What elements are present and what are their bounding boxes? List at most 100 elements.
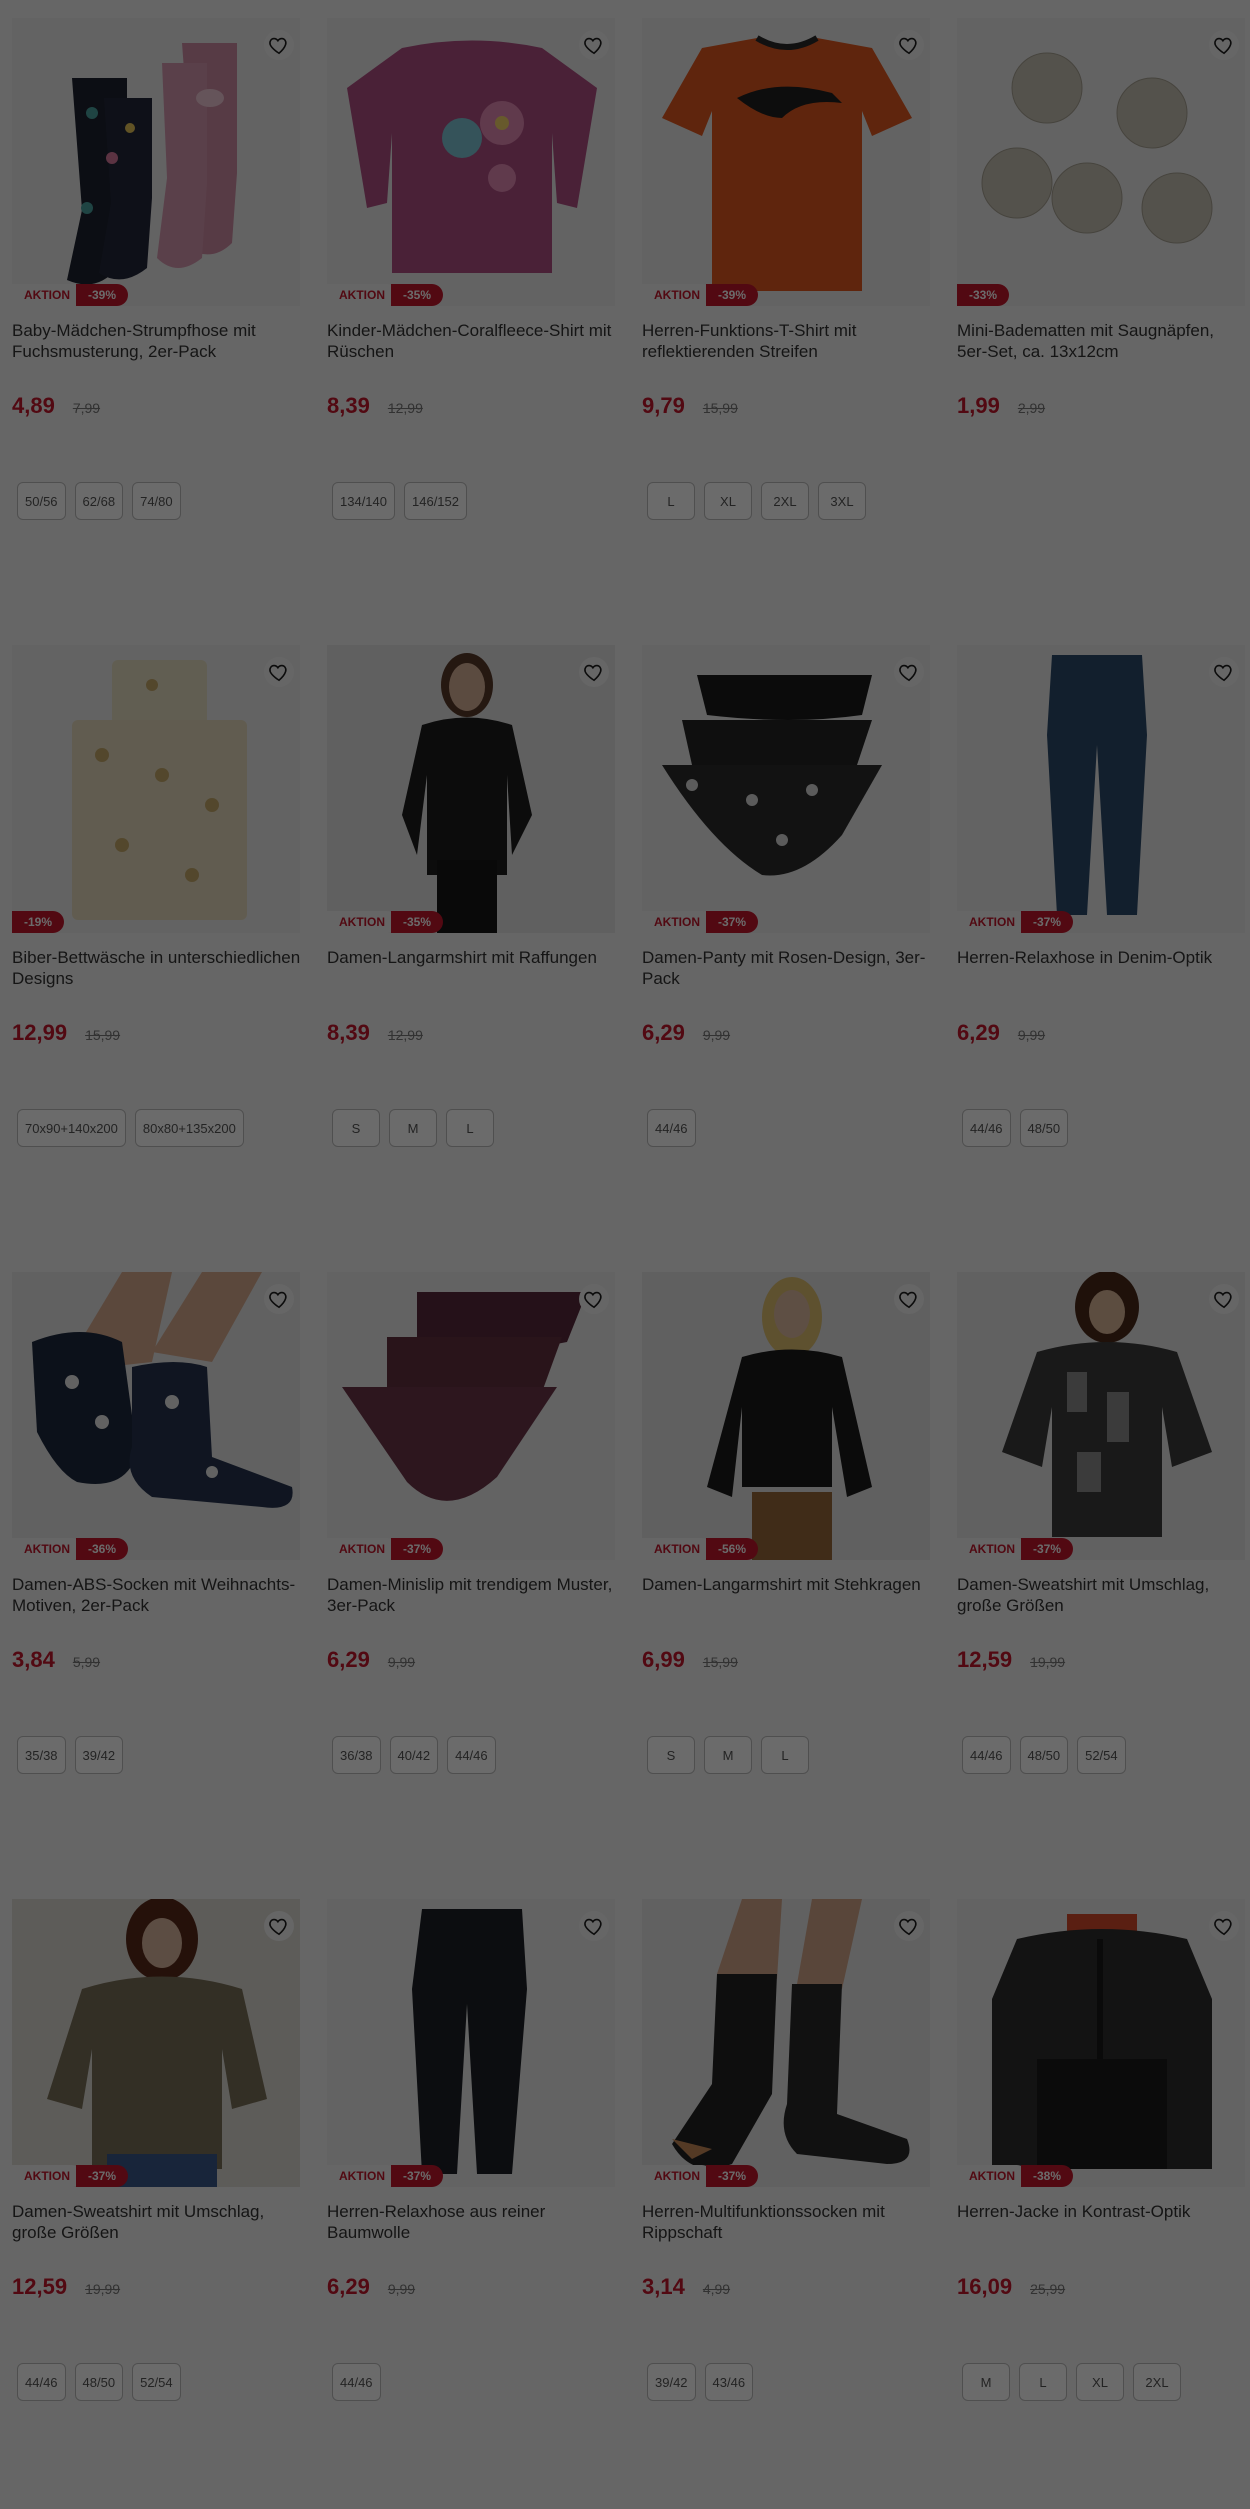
product-title[interactable]: Damen-Sweatshirt mit Umschlag, große Grö… [957, 1574, 1247, 1616]
product-card[interactable]: AKTION -35% Damen-Langarmshirt mit Raffun… [315, 627, 615, 1227]
wishlist-heart-icon[interactable] [579, 1911, 609, 1941]
product-card[interactable]: -19% Biber-Bettwäsche in unterschiedlich… [0, 627, 300, 1227]
product-image[interactable]: AKTION -37% [327, 1899, 615, 2187]
product-card[interactable]: -33% Mini-Badematten mit Saugnäpfen, 5er… [945, 0, 1245, 600]
product-image[interactable]: -19% [12, 645, 300, 933]
size-option[interactable]: 44/46 [962, 1109, 1011, 1147]
size-option[interactable]: 70x90+140x200 [17, 1109, 126, 1147]
size-option[interactable]: 48/50 [1019, 1109, 1069, 1147]
product-title[interactable]: Herren-Relaxhose aus reiner Baumwolle [327, 2201, 617, 2243]
product-card[interactable]: AKTION -37% Damen-Minislip mit trendigem … [315, 1254, 615, 1854]
size-option[interactable]: L [647, 482, 695, 520]
product-image[interactable]: AKTION -37% [642, 1899, 930, 2187]
wishlist-heart-icon[interactable] [1209, 1284, 1239, 1314]
product-card[interactable]: AKTION -37% Herren-Relaxhose aus reiner B… [315, 1881, 615, 2481]
product-image[interactable]: -33% [957, 18, 1245, 306]
size-option[interactable]: 35/38 [17, 1736, 66, 1774]
size-option[interactable]: XL [704, 482, 752, 520]
wishlist-heart-icon[interactable] [894, 30, 924, 60]
size-option[interactable]: L [1019, 2363, 1067, 2401]
size-option[interactable]: 2XL [761, 482, 809, 520]
product-title[interactable]: Damen-Langarmshirt mit Stehkragen [642, 1574, 932, 1595]
product-card[interactable]: AKTION -37% Damen-Panty mit Rosen-Design,… [630, 627, 930, 1227]
size-option[interactable]: 39/42 [74, 1736, 124, 1774]
product-image[interactable]: AKTION -56% [642, 1272, 930, 1560]
size-option[interactable]: 43/46 [704, 2363, 754, 2401]
wishlist-heart-icon[interactable] [1209, 1911, 1239, 1941]
product-title[interactable]: Mini-Badematten mit Saugnäpfen, 5er-Set,… [957, 320, 1247, 362]
product-image[interactable]: AKTION -37% [12, 1899, 300, 2187]
size-option[interactable]: 2XL [1133, 2363, 1181, 2401]
size-option[interactable]: 48/50 [1019, 1736, 1069, 1774]
product-title[interactable]: Damen-Minislip mit trendigem Muster, 3er… [327, 1574, 617, 1616]
size-option[interactable]: 44/46 [447, 1736, 496, 1774]
product-image[interactable]: AKTION -38% [957, 1899, 1245, 2187]
product-title[interactable]: Biber-Bettwäsche in unterschiedlichen De… [12, 947, 302, 989]
product-card[interactable]: AKTION -38% Herren-Jacke in Kontrast-Opti… [945, 1881, 1245, 2481]
size-option[interactable]: 74/80 [132, 482, 181, 520]
product-title[interactable]: Herren-Jacke in Kontrast-Optik [957, 2201, 1247, 2222]
wishlist-heart-icon[interactable] [894, 657, 924, 687]
wishlist-heart-icon[interactable] [579, 657, 609, 687]
wishlist-heart-icon[interactable] [264, 657, 294, 687]
product-image[interactable]: AKTION -37% [957, 1272, 1245, 1560]
product-card[interactable]: AKTION -37% Damen-Sweatshirt mit Umschlag… [0, 1881, 300, 2481]
size-option[interactable]: 44/46 [647, 1109, 696, 1147]
product-title[interactable]: Damen-Sweatshirt mit Umschlag, große Grö… [12, 2201, 302, 2243]
size-option[interactable]: 39/42 [647, 2363, 696, 2401]
size-option[interactable]: 134/140 [332, 482, 395, 520]
product-image[interactable]: AKTION -37% [957, 645, 1245, 933]
product-card[interactable]: AKTION -39% Herren-Funktions-T-Shirt mit … [630, 0, 930, 600]
size-option[interactable]: 80x80+135x200 [134, 1109, 244, 1147]
size-option[interactable]: 52/54 [1077, 1736, 1126, 1774]
product-image[interactable]: AKTION -35% [327, 645, 615, 933]
size-option[interactable]: 52/54 [132, 2363, 181, 2401]
wishlist-heart-icon[interactable] [264, 1284, 294, 1314]
product-title[interactable]: Herren-Relaxhose in Denim-Optik [957, 947, 1247, 968]
size-option[interactable]: 3XL [818, 482, 866, 520]
wishlist-heart-icon[interactable] [264, 1911, 294, 1941]
size-option[interactable]: 44/46 [332, 2363, 381, 2401]
size-option[interactable]: L [761, 1736, 809, 1774]
size-option[interactable]: 48/50 [74, 2363, 124, 2401]
size-option[interactable]: 50/56 [17, 482, 66, 520]
product-card[interactable]: AKTION -35% Kinder-Mädchen-Coralfleece-Sh… [315, 0, 615, 600]
product-card[interactable]: AKTION -37% Damen-Sweatshirt mit Umschlag… [945, 1254, 1245, 1854]
size-option[interactable]: M [389, 1109, 437, 1147]
size-option[interactable]: 146/152 [404, 482, 467, 520]
product-image[interactable]: AKTION -37% [327, 1272, 615, 1560]
size-option[interactable]: M [962, 2363, 1010, 2401]
product-title[interactable]: Baby-Mädchen-Strumpfhose mit Fuchsmuster… [12, 320, 302, 362]
product-title[interactable]: Damen-Langarmshirt mit Raffungen [327, 947, 617, 968]
product-image[interactable]: AKTION -37% [642, 645, 930, 933]
size-option[interactable]: 44/46 [962, 1736, 1011, 1774]
size-option[interactable]: XL [1076, 2363, 1124, 2401]
product-title[interactable]: Herren-Funktions-T-Shirt mit reflektiere… [642, 320, 932, 362]
product-card[interactable]: AKTION -39% Baby-Mädchen-Strumpfhose mit … [0, 0, 300, 600]
wishlist-heart-icon[interactable] [579, 1284, 609, 1314]
size-option[interactable]: S [647, 1736, 695, 1774]
product-title[interactable]: Damen-Panty mit Rosen-Design, 3er-Pack [642, 947, 932, 989]
wishlist-heart-icon[interactable] [894, 1284, 924, 1314]
product-title[interactable]: Damen-ABS-Socken mit Weihnachts-Motiven,… [12, 1574, 302, 1616]
wishlist-heart-icon[interactable] [894, 1911, 924, 1941]
product-card[interactable]: AKTION -37% Herren-Relaxhose in Denim-Opt… [945, 627, 1245, 1227]
product-image[interactable]: AKTION -39% [642, 18, 930, 306]
product-title[interactable]: Herren-Multifunktionssocken mit Rippscha… [642, 2201, 932, 2243]
product-image[interactable]: AKTION -39% [12, 18, 300, 306]
product-card[interactable]: AKTION -36% Damen-ABS-Socken mit Weihnach… [0, 1254, 300, 1854]
product-card[interactable]: AKTION -56% Damen-Langarmshirt mit Stehkr… [630, 1254, 930, 1854]
product-image[interactable]: AKTION -35% [327, 18, 615, 306]
size-option[interactable]: 40/42 [389, 1736, 439, 1774]
size-option[interactable]: 62/68 [74, 482, 124, 520]
size-option[interactable]: L [446, 1109, 494, 1147]
size-option[interactable]: 36/38 [332, 1736, 381, 1774]
product-title[interactable]: Kinder-Mädchen-Coralfleece-Shirt mit Rüs… [327, 320, 617, 362]
size-option[interactable]: 44/46 [17, 2363, 66, 2401]
size-option[interactable]: S [332, 1109, 380, 1147]
size-option[interactable]: M [704, 1736, 752, 1774]
wishlist-heart-icon[interactable] [264, 30, 294, 60]
wishlist-heart-icon[interactable] [1209, 30, 1239, 60]
product-image[interactable]: AKTION -36% [12, 1272, 300, 1560]
product-card[interactable]: AKTION -37% Herren-Multifunktionssocken m… [630, 1881, 930, 2481]
